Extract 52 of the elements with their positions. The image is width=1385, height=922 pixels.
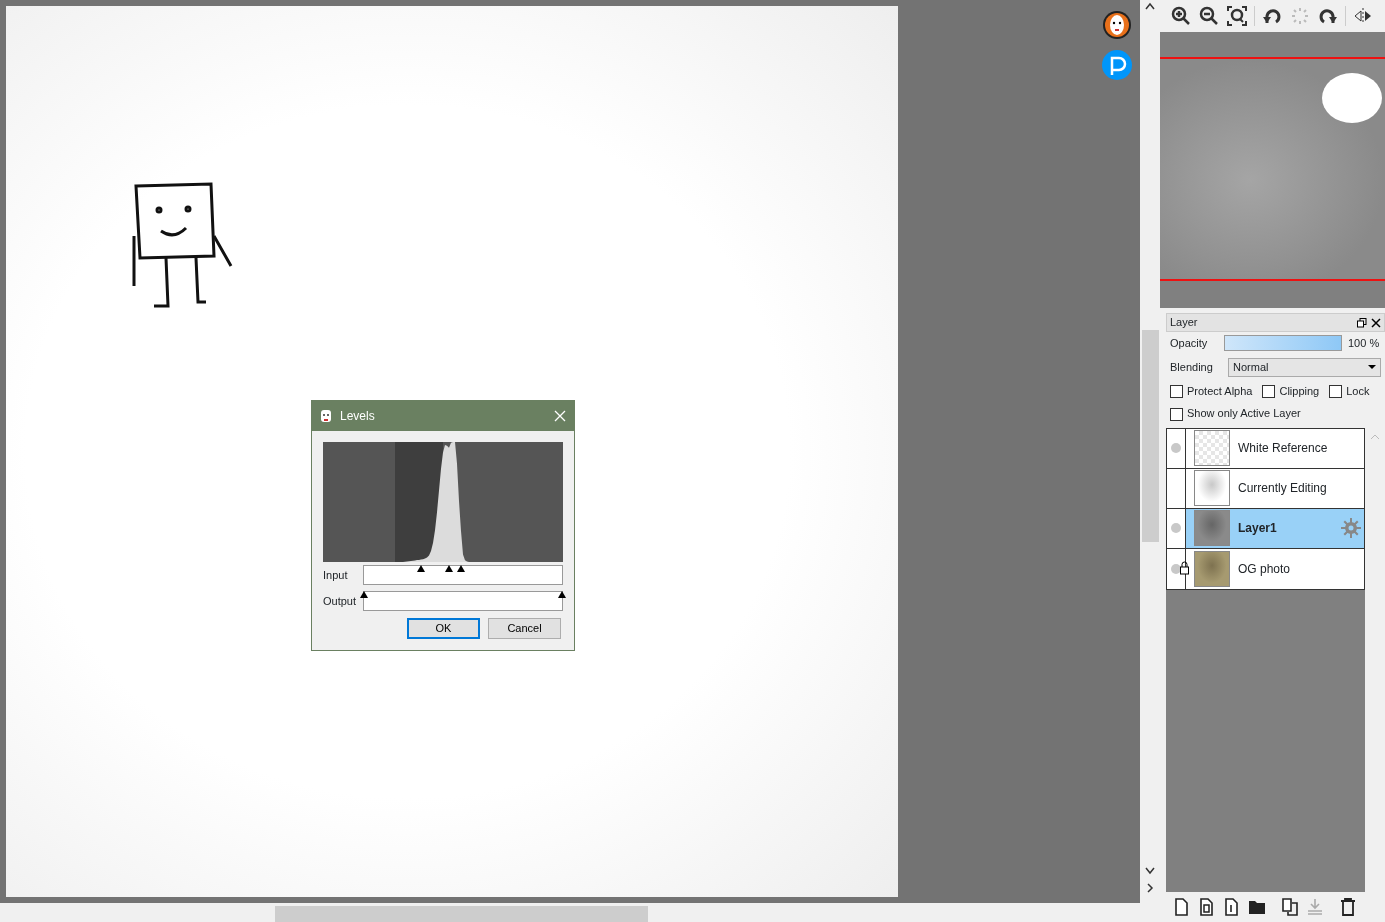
level-slider[interactable] (363, 591, 563, 611)
slider-label: Input (323, 567, 348, 583)
slider-handle[interactable] (417, 565, 426, 572)
scroll-up-icon (1370, 432, 1380, 441)
layer-row[interactable]: Currently Editing (1167, 468, 1364, 509)
scroll-up-icon[interactable] (1145, 2, 1155, 10)
layer-row[interactable]: Layer1 (1167, 508, 1364, 549)
close-icon[interactable] (1371, 317, 1381, 328)
scroll-down-icon[interactable] (1145, 867, 1155, 875)
visibility-toggle[interactable] (1171, 443, 1181, 453)
opacity-value: 100 % (1348, 336, 1380, 351)
trash-icon[interactable] (1340, 898, 1356, 916)
zoom-fit-icon[interactable] (1226, 5, 1248, 27)
scrollbar-thumb[interactable] (1141, 330, 1159, 542)
slider-handle[interactable] (445, 565, 454, 572)
zoom-out-icon[interactable] (1198, 5, 1220, 27)
slider-handle[interactable] (360, 591, 368, 598)
layer-row[interactable]: White Reference (1167, 428, 1364, 469)
zoom-in-icon[interactable] (1170, 5, 1192, 27)
folder-icon[interactable] (1249, 898, 1265, 916)
blending-dropdown[interactable]: Normal (1228, 357, 1381, 377)
checkbox-option[interactable]: Clipping (1262, 382, 1320, 399)
visibility-toggle[interactable] (1171, 523, 1181, 533)
slider-label: Output (323, 593, 357, 609)
8bit-layer-icon[interactable] (1199, 898, 1215, 916)
layer-thumbnail (1194, 470, 1230, 506)
cancel-button[interactable]: Cancel (488, 618, 561, 639)
checkbox-option[interactable]: Show only Active Layer (1170, 405, 1301, 422)
dialog-title: Levels (340, 408, 375, 425)
checkbox-option[interactable]: Protect Alpha (1170, 382, 1253, 399)
checkbox-option[interactable]: Lock (1329, 382, 1370, 399)
p-logo-icon[interactable] (1102, 50, 1132, 80)
expand-icon[interactable] (1146, 883, 1154, 893)
opacity-slider[interactable] (1224, 335, 1342, 352)
ok-button[interactable]: OK (407, 618, 480, 639)
layer-thumbnail (1194, 510, 1230, 546)
restore-icon[interactable] (1357, 317, 1367, 328)
duplicate-icon[interactable] (1282, 898, 1298, 916)
canvas-preview[interactable] (1160, 57, 1385, 281)
layer-thumbnail (1194, 430, 1230, 466)
caret-icon (1368, 365, 1376, 369)
new-layer-icon[interactable] (1174, 898, 1190, 916)
layer-row[interactable]: OG photo (1167, 548, 1364, 589)
slider-handle[interactable] (558, 591, 566, 598)
level-slider[interactable] (363, 565, 563, 585)
opacity-label: Opacity (1170, 336, 1209, 351)
layer-thumbnail (1194, 550, 1230, 587)
scrollbar-thumb[interactable] (275, 906, 648, 922)
1bit-layer-icon[interactable] (1224, 898, 1240, 916)
panel-title: Layer (1170, 315, 1198, 331)
blending-label: Blending (1170, 359, 1214, 375)
slider-handle[interactable] (457, 565, 465, 572)
